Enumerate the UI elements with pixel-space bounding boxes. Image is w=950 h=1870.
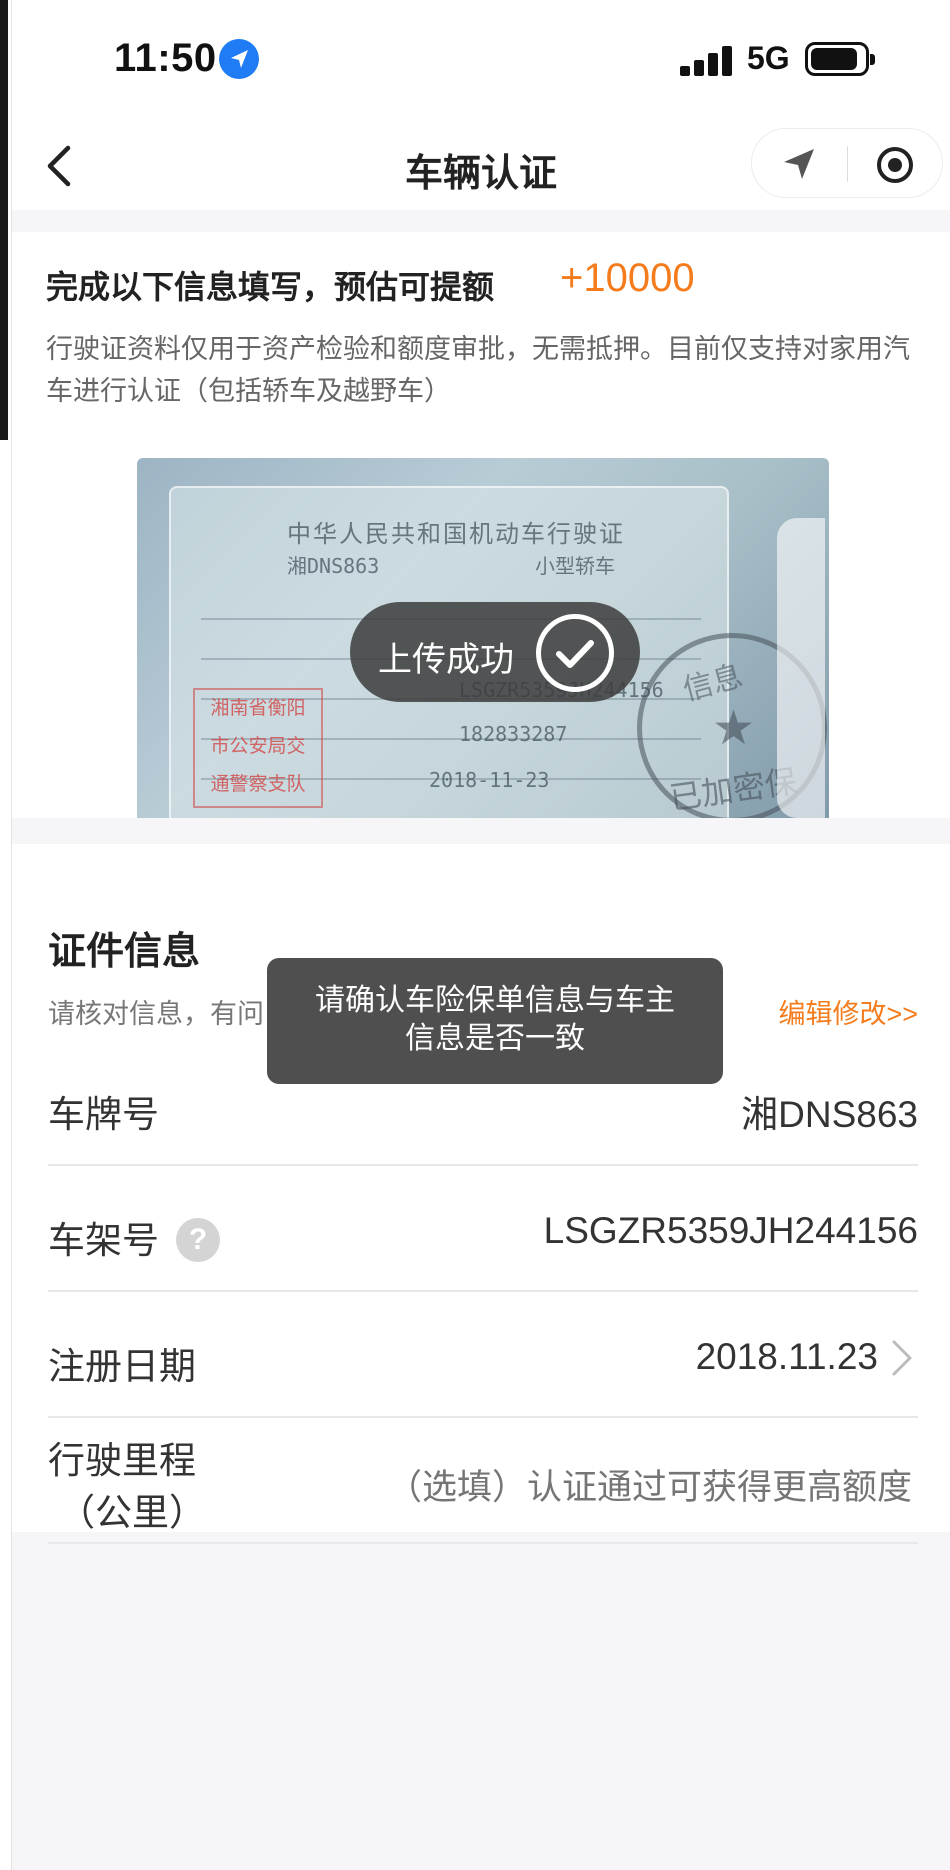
certificate-hint: 请核对信息，有问 — [48, 999, 264, 1029]
toast-line: 信息是否一致 — [405, 1022, 585, 1055]
signal-icon — [680, 44, 744, 76]
location-arrow-icon — [219, 39, 259, 79]
certificate-section: 证件信息 请核对信息，有问 编辑修改>> 车牌号 湘DNS863 车架号 ? L… — [12, 844, 950, 1544]
credit-headline: 完成以下信息填写，预估可提额 — [46, 269, 495, 305]
star-icon: ★ — [712, 702, 756, 755]
mileage-unit-label: （公里） — [58, 1492, 206, 1533]
mini-program-capsule — [751, 128, 943, 198]
plate-label: 车牌号 — [48, 1094, 159, 1135]
toast-line: 请确认车险保单信息与车主 — [315, 984, 675, 1017]
mileage-row: 行驶里程 （公里） — [48, 1418, 918, 1544]
target-icon[interactable] — [874, 144, 916, 186]
seal-line: 市公安局交 — [210, 736, 306, 757]
location-arrow-icon[interactable] — [774, 143, 824, 185]
seal-line: 通警察支队 — [210, 774, 306, 795]
app-window: 11:50 5G 车辆认证 完成以下信息填写，预估可提额 +10000 行驶证资… — [12, 0, 950, 1870]
network-type: 5G — [747, 40, 790, 76]
reg-date-value: 2018.11.23 — [695, 1336, 878, 1377]
certificate-title: 证件信息 — [48, 931, 201, 973]
mileage-label: 行驶里程 — [48, 1440, 196, 1481]
check-circle-icon — [536, 614, 614, 692]
credit-amount: +10000 — [560, 256, 695, 300]
mileage-input[interactable] — [312, 1468, 912, 1508]
seal-line: 湘南省衡阳 — [210, 698, 306, 719]
license-red-seal: 湘南省衡阳 市公安局交 通警察支队 — [193, 688, 323, 808]
edit-link[interactable]: 编辑修改>> — [778, 992, 918, 1031]
nav-bar: 车辆认证 — [12, 120, 950, 210]
license-plate-text: 湘DNS863 — [287, 554, 380, 578]
upload-success-text: 上传成功 — [378, 641, 514, 679]
intro-description: 行驶证资料仅用于资产检验和额度审批，无需抵押。目前仅支持对家用汽车进行认证（包括… — [46, 334, 910, 406]
background-window-edge — [0, 0, 12, 1870]
capsule-divider — [847, 146, 848, 182]
upload-success-badge: 上传成功 — [350, 602, 640, 702]
reg-date-label: 注册日期 — [48, 1346, 196, 1387]
help-question-icon[interactable]: ? — [176, 1218, 220, 1262]
status-time: 11:50 — [114, 36, 217, 80]
section-gap — [12, 818, 950, 844]
vin-value: LSGZR5359JH244156 — [543, 1210, 918, 1251]
status-bar: 11:50 5G — [12, 0, 950, 120]
toast-message: 请确认车险保单信息与车主 信息是否一致 — [267, 958, 723, 1084]
battery-icon — [805, 42, 875, 76]
license-reg-date: 2018-11-23 — [429, 768, 550, 792]
license-engine-no: 182833287 — [459, 722, 568, 746]
reg-date-row[interactable]: 注册日期 2018.11.23 — [48, 1292, 918, 1418]
plate-value: 湘DNS863 — [741, 1094, 918, 1135]
license-vehicle-type: 小型轿车 — [535, 554, 615, 578]
background-window-dark-strip — [0, 0, 8, 440]
vin-label: 车架号 — [48, 1220, 159, 1261]
license-title: 中华人民共和国机动车行驶证 — [287, 520, 625, 548]
vin-row: 车架号 ? LSGZR5359JH244156 — [48, 1166, 918, 1292]
chevron-right-icon — [886, 1336, 916, 1380]
license-card-edge — [777, 518, 825, 818]
